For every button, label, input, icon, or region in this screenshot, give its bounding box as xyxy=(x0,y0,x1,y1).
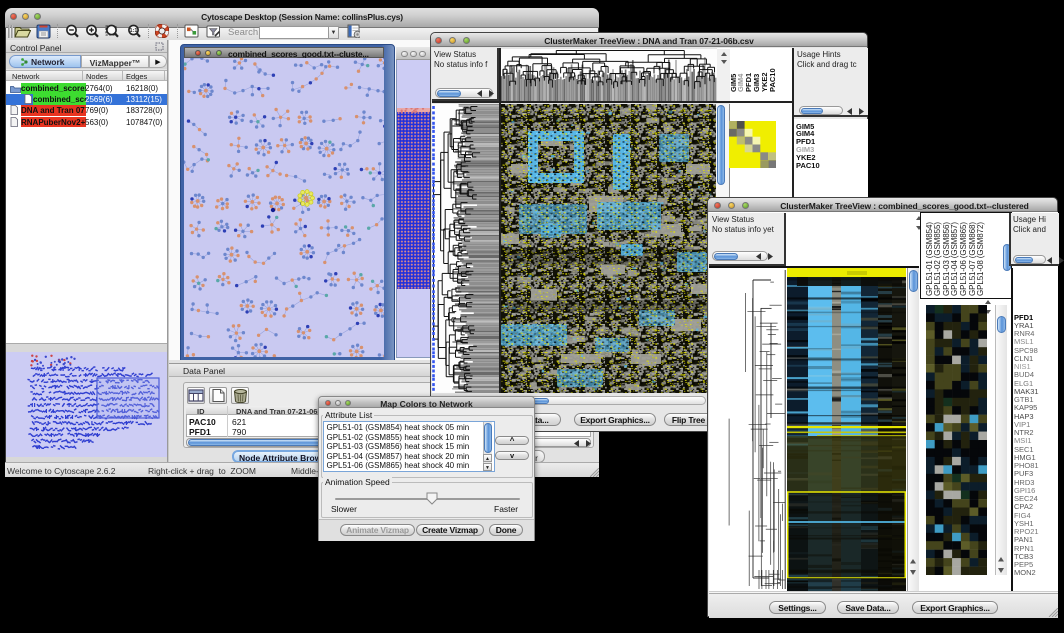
svg-text:1:1: 1:1 xyxy=(130,28,138,34)
